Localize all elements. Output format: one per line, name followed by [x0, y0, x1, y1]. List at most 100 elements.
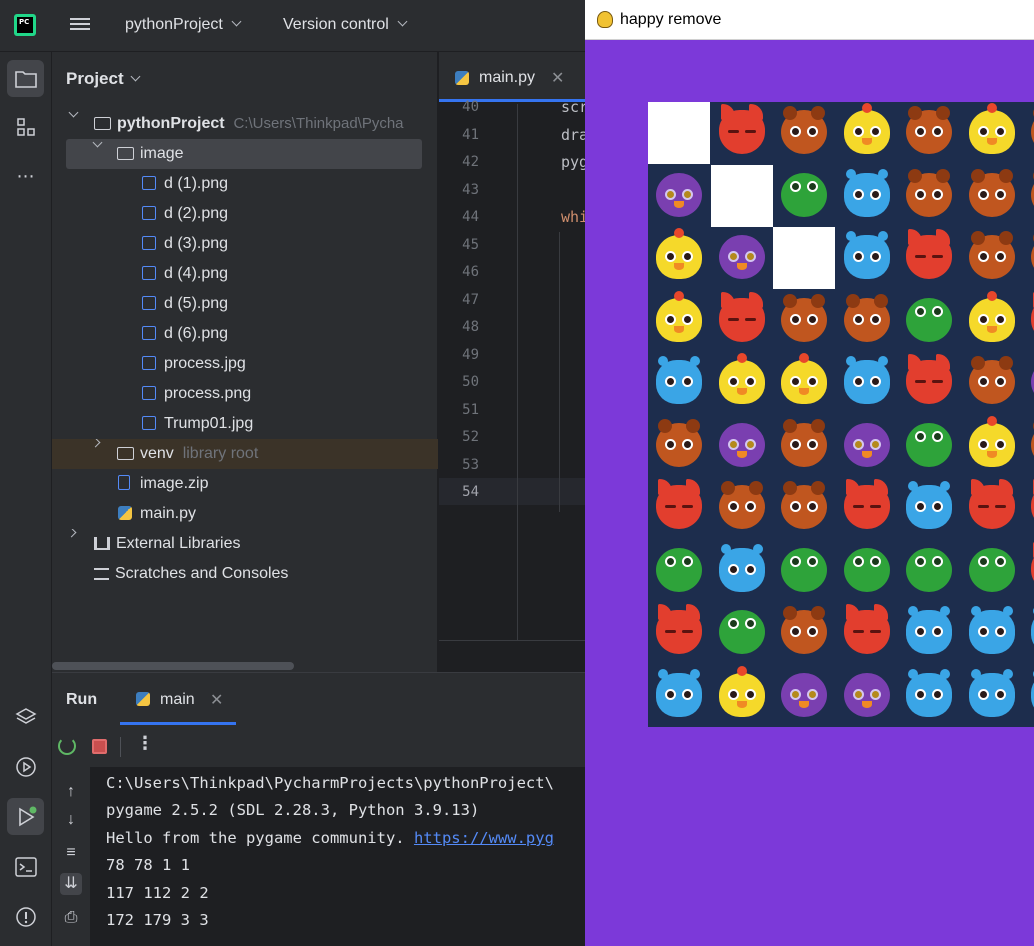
- board-cell-chick[interactable]: [711, 665, 773, 727]
- board-cell-blank[interactable]: [773, 227, 835, 289]
- board-cell-fox[interactable]: [961, 477, 1023, 539]
- board-cell-bear[interactable]: [1023, 102, 1034, 164]
- board-cell-chick[interactable]: [961, 102, 1023, 164]
- board-cell-bear[interactable]: [898, 102, 960, 164]
- board-cell-bear[interactable]: [1023, 227, 1034, 289]
- tree-file[interactable]: d (1).png: [52, 169, 438, 199]
- tree-file[interactable]: Trump01.jpg: [52, 409, 438, 439]
- board-cell-owl[interactable]: [836, 665, 898, 727]
- board-cell-blue[interactable]: [898, 665, 960, 727]
- board-cell-owl[interactable]: [836, 415, 898, 477]
- tab-main-py[interactable]: main.py ✕: [439, 52, 585, 102]
- scroll-to-end-icon[interactable]: ⇊: [60, 873, 82, 895]
- board-cell-blue[interactable]: [648, 352, 710, 414]
- game-board[interactable]: [648, 102, 1034, 727]
- run-icon[interactable]: [7, 798, 44, 835]
- project-menu[interactable]: pythonProject: [125, 16, 242, 34]
- main-menu-icon[interactable]: [70, 15, 90, 35]
- board-cell-owl[interactable]: [711, 227, 773, 289]
- horizontal-scrollbar[interactable]: [52, 662, 294, 670]
- board-cell-frog[interactable]: [961, 540, 1023, 602]
- board-cell-owl[interactable]: [711, 415, 773, 477]
- tree-file[interactable]: d (4).png: [52, 259, 438, 289]
- code-editor[interactable]: main.py ✕ 40 41 42 43 44 45 46 47 48 49 …: [439, 52, 588, 672]
- tree-root[interactable]: pythonProject C:\Users\Thinkpad\Pycha: [52, 109, 438, 139]
- pycharm-logo-icon[interactable]: PC: [14, 14, 36, 36]
- tab-run-main[interactable]: main ✕: [120, 673, 236, 725]
- board-cell-bear[interactable]: [961, 227, 1023, 289]
- board-cell-blue[interactable]: [898, 602, 960, 664]
- board-cell-bear[interactable]: [773, 102, 835, 164]
- board-cell-bear[interactable]: [961, 165, 1023, 227]
- board-cell-chick[interactable]: [648, 290, 710, 352]
- board-cell-bear[interactable]: [1023, 165, 1034, 227]
- board-cell-frog[interactable]: [898, 415, 960, 477]
- expand-arrow-icon[interactable]: [92, 139, 103, 148]
- board-cell-chick[interactable]: [836, 102, 898, 164]
- board-cell-frog[interactable]: [836, 540, 898, 602]
- console-link[interactable]: https://www.pyg: [414, 829, 554, 847]
- board-cell-bear[interactable]: [898, 165, 960, 227]
- board-cell-fox[interactable]: [1023, 290, 1034, 352]
- close-icon[interactable]: ✕: [210, 690, 223, 710]
- board-cell-blue[interactable]: [961, 602, 1023, 664]
- board-cell-frog[interactable]: [773, 540, 835, 602]
- board-cell-bear[interactable]: [961, 352, 1023, 414]
- tree-file[interactable]: image.zip: [52, 469, 438, 499]
- board-cell-fox[interactable]: [836, 477, 898, 539]
- expand-arrow-icon[interactable]: [68, 109, 79, 118]
- tree-file[interactable]: d (6).png: [52, 319, 438, 349]
- board-cell-frog[interactable]: [773, 165, 835, 227]
- services-icon[interactable]: [7, 748, 44, 785]
- board-cell-chick[interactable]: [711, 352, 773, 414]
- vcs-menu[interactable]: Version control: [283, 16, 408, 34]
- tree-file[interactable]: main.py: [52, 499, 438, 529]
- board-cell-chick[interactable]: [961, 290, 1023, 352]
- tree-folder-image[interactable]: image: [66, 139, 422, 169]
- board-cell-blue[interactable]: [836, 227, 898, 289]
- board-cell-bear[interactable]: [836, 290, 898, 352]
- board-cell-blue[interactable]: [836, 165, 898, 227]
- more-vertical-icon[interactable]: ⋮: [136, 733, 154, 754]
- board-cell-bear[interactable]: [773, 415, 835, 477]
- board-cell-fox[interactable]: [1023, 540, 1034, 602]
- game-title-bar[interactable]: happy remove: [585, 0, 1034, 40]
- project-panel-title[interactable]: Project: [66, 69, 141, 89]
- rerun-icon[interactable]: [58, 737, 76, 755]
- board-cell-owl[interactable]: [648, 165, 710, 227]
- board-cell-bear[interactable]: [711, 477, 773, 539]
- board-cell-frog[interactable]: [898, 540, 960, 602]
- scroll-down-icon[interactable]: ↓: [60, 809, 82, 831]
- board-cell-blue[interactable]: [711, 540, 773, 602]
- board-cell-bear[interactable]: [773, 602, 835, 664]
- project-folder-icon[interactable]: [7, 60, 44, 97]
- soft-wrap-icon[interactable]: ≡: [60, 842, 82, 864]
- board-cell-fox[interactable]: [648, 602, 710, 664]
- tree-folder-venv[interactable]: venv library root: [52, 439, 438, 469]
- problems-icon[interactable]: [7, 898, 44, 935]
- board-cell-chick[interactable]: [773, 352, 835, 414]
- board-cell-bear[interactable]: [773, 290, 835, 352]
- board-cell-blue[interactable]: [1023, 602, 1034, 664]
- board-cell-chick[interactable]: [648, 227, 710, 289]
- board-cell-fox[interactable]: [1023, 477, 1034, 539]
- board-cell-fox[interactable]: [711, 102, 773, 164]
- board-cell-blue[interactable]: [1023, 665, 1034, 727]
- board-cell-fox[interactable]: [898, 352, 960, 414]
- structure-icon[interactable]: [7, 108, 44, 145]
- board-cell-owl[interactable]: [1023, 352, 1034, 414]
- board-cell-owl[interactable]: [773, 665, 835, 727]
- board-cell-blue[interactable]: [898, 477, 960, 539]
- close-icon[interactable]: ✕: [551, 68, 564, 88]
- board-cell-fox[interactable]: [648, 477, 710, 539]
- print-icon[interactable]: ⎙: [60, 907, 82, 929]
- tree-file[interactable]: process.png: [52, 379, 438, 409]
- board-cell-blue[interactable]: [648, 665, 710, 727]
- layers-icon[interactable]: [7, 698, 44, 735]
- board-cell-bear[interactable]: [648, 415, 710, 477]
- collapse-arrow-icon[interactable]: [66, 529, 77, 538]
- stop-icon[interactable]: [92, 739, 107, 754]
- collapse-arrow-icon[interactable]: [90, 439, 101, 448]
- board-cell-frog[interactable]: [711, 602, 773, 664]
- board-cell-bear[interactable]: [773, 477, 835, 539]
